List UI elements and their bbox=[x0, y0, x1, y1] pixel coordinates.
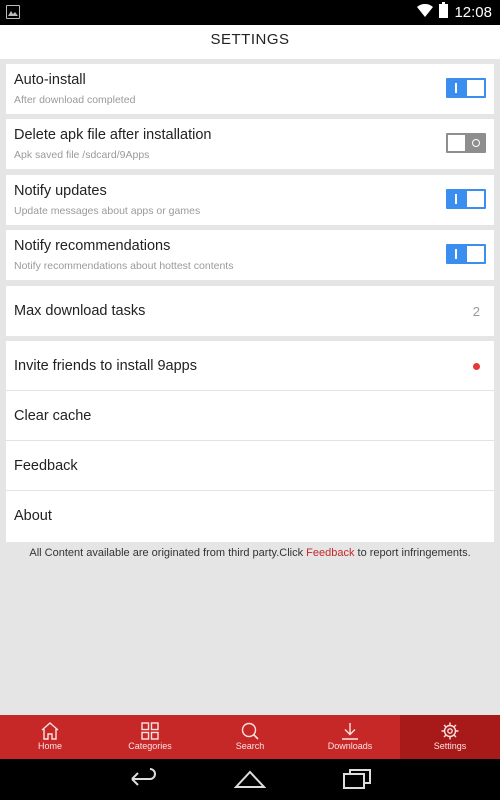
menu-label: Invite friends to install 9apps bbox=[14, 358, 197, 374]
clock: 12:08 bbox=[454, 4, 492, 21]
image-notification-icon bbox=[6, 5, 20, 19]
about-item[interactable]: About bbox=[6, 491, 494, 541]
setting-label: Delete apk file after installation bbox=[14, 127, 212, 143]
menu-list: Invite friends to install 9apps Clear ca… bbox=[6, 341, 494, 542]
setting-label: Notify recommendations bbox=[14, 238, 171, 254]
nav-label: Categories bbox=[128, 741, 172, 751]
menu-label: Feedback bbox=[14, 458, 78, 474]
setting-label: Notify updates bbox=[14, 183, 107, 199]
bottom-nav: Home Categories Search Downloads Setting… bbox=[0, 715, 500, 759]
setting-subtitle: Notify recommendations about hottest con… bbox=[14, 260, 234, 272]
nav-label: Home bbox=[37, 741, 62, 751]
categories-icon bbox=[141, 722, 159, 740]
setting-subtitle: After download completed bbox=[14, 94, 136, 106]
gear-icon bbox=[441, 722, 459, 740]
back-icon[interactable] bbox=[128, 767, 158, 796]
nav-label: Search bbox=[235, 741, 265, 751]
auto-install-toggle[interactable] bbox=[446, 78, 486, 98]
setting-subtitle: Update messages about apps or games bbox=[14, 205, 201, 217]
nav-home[interactable]: Home bbox=[0, 715, 100, 759]
notify-recommendations-setting[interactable]: Notify recommendations Notify recommenda… bbox=[6, 230, 494, 280]
setting-label: Auto-install bbox=[14, 72, 86, 88]
nav-label: Downloads bbox=[327, 741, 373, 751]
page-title: SETTINGS bbox=[0, 25, 500, 59]
delete-apk-setting[interactable]: Delete apk file after installation Apk s… bbox=[6, 119, 494, 169]
max-download-tasks-setting[interactable]: Max download tasks 2 bbox=[6, 286, 494, 336]
nav-categories[interactable]: Categories bbox=[100, 715, 200, 759]
nav-label: Settings bbox=[433, 741, 467, 751]
notification-dot bbox=[473, 363, 480, 370]
search-icon bbox=[241, 722, 259, 740]
home-icon bbox=[41, 722, 59, 740]
nav-settings[interactable]: Settings bbox=[400, 715, 500, 759]
disclaimer-prefix: All Content available are originated fro… bbox=[29, 547, 307, 559]
wifi-icon bbox=[417, 3, 434, 22]
notify-recommendations-toggle[interactable] bbox=[446, 244, 486, 264]
disclaimer-text: All Content available are originated fro… bbox=[0, 547, 500, 559]
max-download-value: 2 bbox=[472, 304, 480, 319]
clear-cache-item[interactable]: Clear cache bbox=[6, 391, 494, 441]
nav-search[interactable]: Search bbox=[200, 715, 300, 759]
download-icon bbox=[342, 723, 358, 740]
nav-downloads[interactable]: Downloads bbox=[300, 715, 400, 759]
invite-friends-item[interactable]: Invite friends to install 9apps bbox=[6, 341, 494, 391]
system-nav-bar bbox=[0, 759, 500, 800]
menu-label: About bbox=[14, 508, 52, 524]
feedback-item[interactable]: Feedback bbox=[6, 441, 494, 491]
notify-updates-toggle[interactable] bbox=[446, 189, 486, 209]
menu-label: Clear cache bbox=[14, 408, 92, 424]
status-bar: 12:08 bbox=[0, 0, 500, 25]
feedback-link[interactable]: Feedback bbox=[306, 547, 354, 559]
auto-install-setting[interactable]: Auto-install After download completed bbox=[6, 64, 494, 114]
battery-icon bbox=[439, 2, 449, 23]
notify-updates-setting[interactable]: Notify updates Update messages about app… bbox=[6, 175, 494, 225]
delete-apk-toggle[interactable] bbox=[446, 133, 486, 153]
setting-label: Max download tasks bbox=[14, 303, 146, 319]
home-button-icon[interactable] bbox=[233, 767, 267, 796]
recent-apps-icon[interactable] bbox=[342, 767, 372, 796]
disclaimer-suffix: to report infringements. bbox=[354, 547, 471, 559]
setting-subtitle: Apk saved file /sdcard/9Apps bbox=[14, 149, 150, 161]
